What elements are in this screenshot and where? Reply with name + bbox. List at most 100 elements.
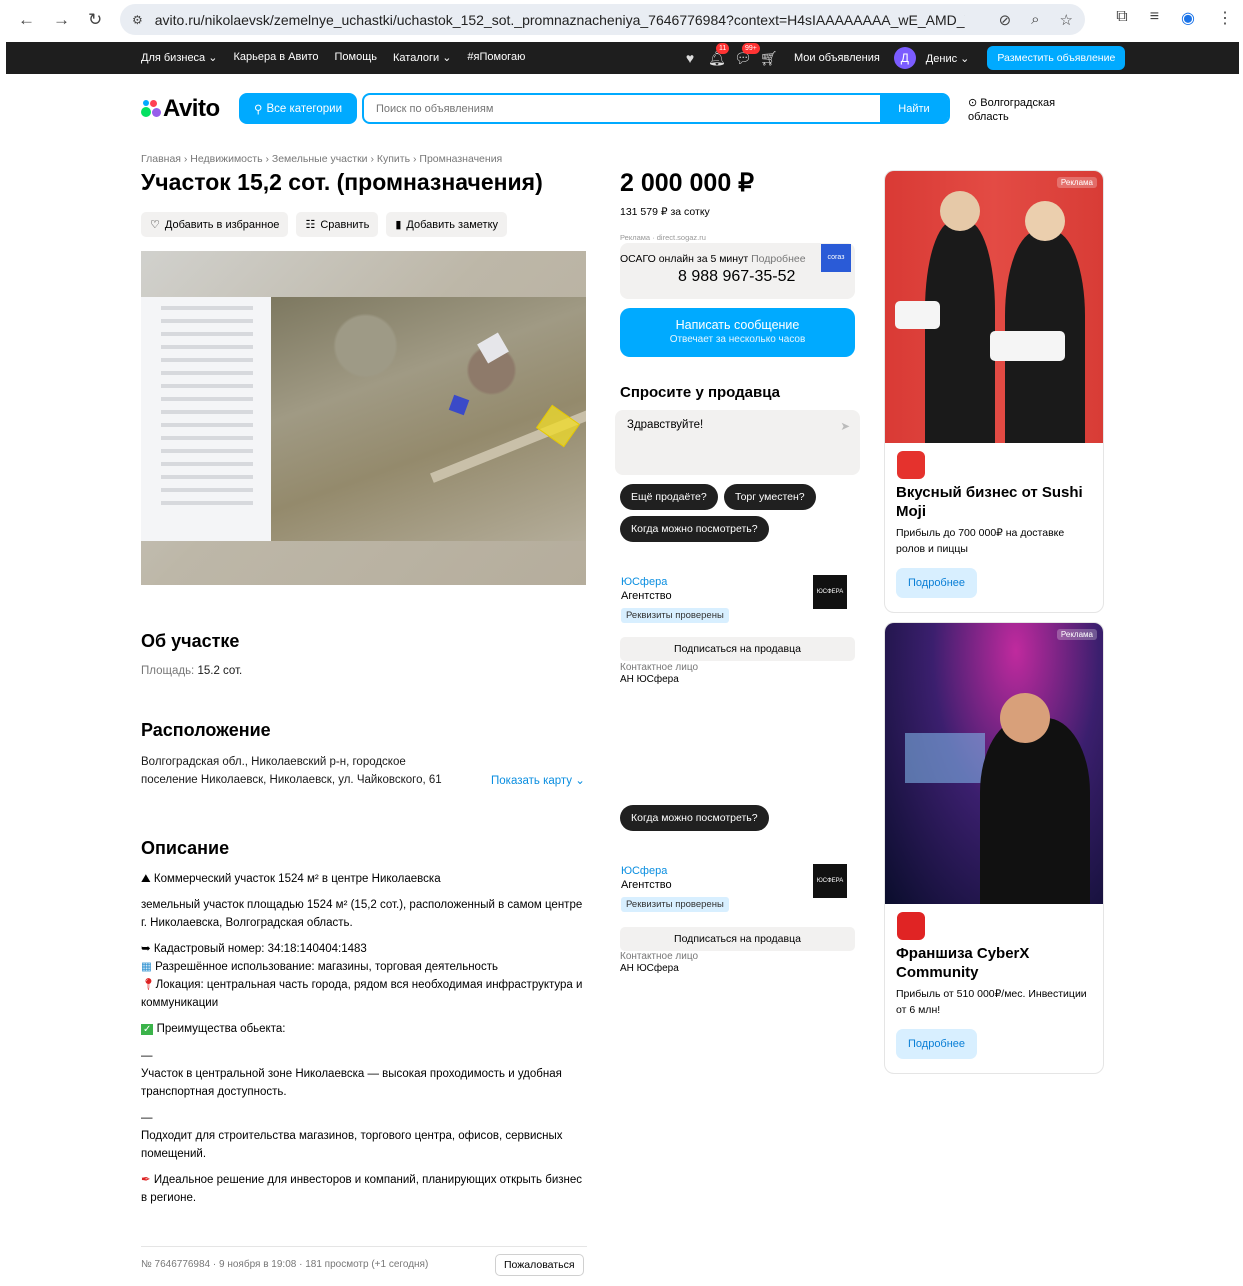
add-note-label: Добавить заметку bbox=[406, 218, 499, 231]
quick-question-bargain[interactable]: Торг уместен? bbox=[724, 484, 816, 510]
seller-type: Агентство bbox=[621, 590, 672, 602]
my-ads-link[interactable]: Мои объявления bbox=[794, 52, 880, 64]
heart-outline-icon: ♡ bbox=[150, 219, 160, 231]
note-icon: ▮ bbox=[395, 219, 402, 231]
ad-more-button[interactable]: Подробнее bbox=[896, 1029, 978, 1059]
quick-question-still-selling[interactable]: Ещё продаёте? bbox=[620, 484, 718, 510]
user-menu[interactable]: Денис ⌄ bbox=[926, 52, 970, 65]
listing-meta: № 7646776984 · 9 ноября в 19:08 · 181 пр… bbox=[141, 1259, 429, 1270]
contact-person: Контактное лицо АН ЮСфера bbox=[620, 951, 698, 975]
ad-card[interactable]: Реклама Франшиза CyberX Community Прибыл… bbox=[884, 622, 1104, 1074]
subscribe-button[interactable]: Подписаться на продавца bbox=[620, 927, 855, 951]
mountain-icon: ⛰ bbox=[141, 873, 151, 885]
cart-icon[interactable]: 🛒︎ bbox=[760, 50, 778, 66]
site-settings-icon[interactable]: ⚙ bbox=[132, 13, 143, 27]
avito-logo[interactable]: Avito bbox=[141, 95, 220, 123]
subscribe-button[interactable]: Подписаться на продавца bbox=[620, 637, 855, 661]
listing-photo[interactable] bbox=[141, 251, 586, 585]
browser-nav: ← → ↻ bbox=[0, 10, 120, 30]
area-value: 15.2 сот. bbox=[197, 665, 243, 677]
seller-name-link[interactable]: ЮСфера bbox=[621, 865, 729, 877]
building-shape bbox=[477, 332, 509, 364]
seller-logo[interactable]: ЮСФЕРА bbox=[813, 864, 847, 898]
report-button[interactable]: Пожаловаться bbox=[495, 1254, 584, 1276]
reload-icon[interactable]: ↻ bbox=[88, 10, 102, 30]
show-map-link[interactable]: Показать карту ⌄ bbox=[491, 772, 585, 790]
quick-question-when-view[interactable]: Когда можно посмотреть? bbox=[620, 516, 769, 542]
topbar-link-catalogs[interactable]: Каталоги ⌄ bbox=[393, 51, 451, 64]
description-line: ✓ Преимущества обьекта: bbox=[141, 1023, 286, 1035]
messages-icon[interactable]: 💬︎ 99+ bbox=[734, 43, 760, 66]
ask-seller-input[interactable]: Здравствуйте! ➤ bbox=[615, 410, 860, 475]
bell-icon[interactable]: 🔔︎ 11 bbox=[708, 43, 730, 66]
avatar[interactable]: Д bbox=[893, 47, 916, 69]
promo-block[interactable]: ОСАГО онлайн за 5 минут Подробнее 8 988 … bbox=[620, 243, 855, 299]
promo-phone[interactable]: 8 988 967-35-52 bbox=[678, 268, 795, 286]
topbar-link-help[interactable]: Помощь bbox=[335, 51, 378, 64]
contact-name: АН ЮСфера bbox=[620, 674, 679, 685]
add-favorite-button[interactable]: ♡ Добавить в избранное bbox=[141, 212, 289, 237]
forward-icon[interactable]: → bbox=[53, 10, 70, 30]
description-heading: Описание bbox=[141, 838, 230, 858]
reading-list-icon[interactable]: ≡ bbox=[1150, 8, 1159, 28]
seller-logo[interactable]: ЮСФЕРА bbox=[813, 575, 847, 609]
face-shape bbox=[1000, 693, 1050, 743]
blue-roof-shape bbox=[448, 394, 470, 416]
location-heading: Расположение bbox=[141, 720, 271, 740]
ad-label: Реклама bbox=[1056, 629, 1097, 640]
promo-more[interactable]: Подробнее bbox=[751, 253, 805, 265]
divider bbox=[141, 1246, 587, 1247]
search-input[interactable] bbox=[364, 95, 880, 122]
messages-badge: 99+ bbox=[742, 43, 760, 54]
address-line-1: Волгоградская обл., Николаевский р-н, го… bbox=[141, 756, 406, 768]
ad-text: Прибыль до 700 000₽ на доставке ролов и … bbox=[896, 527, 1065, 555]
menu-icon[interactable]: ⋮ bbox=[1217, 8, 1233, 28]
quick-question-when-view-sticky[interactable]: Когда можно посмотреть? bbox=[620, 805, 769, 831]
extensions-icon[interactable]: ⧉ bbox=[1116, 8, 1127, 28]
description-body: ⛰ Коммерческий участок 1524 м² в центре … bbox=[141, 870, 591, 1215]
verified-badge: Реквизиты проверены bbox=[621, 608, 729, 623]
notifications-badge: 11 bbox=[716, 43, 730, 54]
sushi-moji-logo-icon bbox=[897, 451, 925, 479]
food-box-shape bbox=[895, 301, 940, 329]
region-selector[interactable]: ⊙ Волгоградская область bbox=[968, 96, 1078, 124]
topbar-link-help-tag[interactable]: #яПомогаю bbox=[467, 51, 525, 64]
promo-label[interactable]: Реклама · direct.sogaz.ru bbox=[620, 233, 706, 242]
address-bar[interactable]: ⚙ avito.ru/nikolaevsk/zemelnye_uchastki/… bbox=[120, 4, 1085, 35]
contact-label: Контактное лицо bbox=[620, 662, 699, 673]
back-icon[interactable]: ← bbox=[18, 10, 35, 30]
monitor-shape bbox=[905, 733, 985, 783]
topbar-link-business[interactable]: Для бизнеса ⌄ bbox=[141, 51, 217, 64]
send-icon[interactable]: ➤ bbox=[840, 419, 850, 433]
ad-card[interactable]: Реклама Вкусный бизнес от Sushi Moji При… bbox=[884, 170, 1104, 613]
compare-button[interactable]: ☷ Сравнить bbox=[296, 212, 379, 237]
url-text[interactable]: avito.ru/nikolaevsk/zemelnye_uchastki/uc… bbox=[155, 12, 965, 28]
search-button[interactable]: Найти bbox=[880, 95, 948, 122]
price: 2 000 000 ₽ bbox=[620, 169, 755, 197]
write-message-button[interactable]: Написать сообщение Отвечает за несколько… bbox=[620, 308, 855, 357]
promo-text: ОСАГО онлайн за 5 минут bbox=[620, 253, 749, 265]
address-line-2: поселение Николаевск, Николаевск, ул. Ча… bbox=[141, 774, 442, 786]
profile-icon[interactable]: ◉ bbox=[1181, 8, 1195, 28]
description-line: Участок в центральной зоне Николаевска —… bbox=[141, 1068, 562, 1098]
ad-more-button[interactable]: Подробнее bbox=[896, 568, 978, 598]
description-line: земельный участок площадью 1524 м² (15,2… bbox=[141, 899, 583, 929]
eye-off-icon[interactable]: ⊘ bbox=[999, 11, 1012, 29]
site-top-bar: Для бизнеса ⌄ Карьера в Авито Помощь Кат… bbox=[6, 42, 1239, 74]
categories-button[interactable]: ⚲ Все категории bbox=[239, 93, 357, 124]
search-bar: Найти bbox=[362, 93, 950, 124]
verified-badge: Реквизиты проверены bbox=[621, 897, 729, 912]
pushpin-icon: ✒ bbox=[141, 1174, 151, 1186]
star-icon[interactable]: ☆ bbox=[1060, 11, 1073, 29]
description-line: — bbox=[141, 1112, 153, 1124]
breadcrumb[interactable]: Главная › Недвижимость › Земельные участ… bbox=[141, 153, 502, 165]
face-shape bbox=[940, 191, 980, 231]
topbar-link-career[interactable]: Карьера в Авито bbox=[233, 51, 318, 64]
ad-image: Реклама bbox=[885, 623, 1103, 904]
ad-image: Реклама bbox=[885, 171, 1103, 443]
post-ad-button[interactable]: Разместить объявление bbox=[987, 46, 1126, 70]
add-note-button[interactable]: ▮ Добавить заметку bbox=[386, 212, 508, 237]
heart-icon[interactable]: ♥ bbox=[682, 50, 698, 66]
seller-name-link[interactable]: ЮСфера bbox=[621, 576, 729, 588]
zoom-icon[interactable]: ⌕ bbox=[1031, 11, 1039, 29]
